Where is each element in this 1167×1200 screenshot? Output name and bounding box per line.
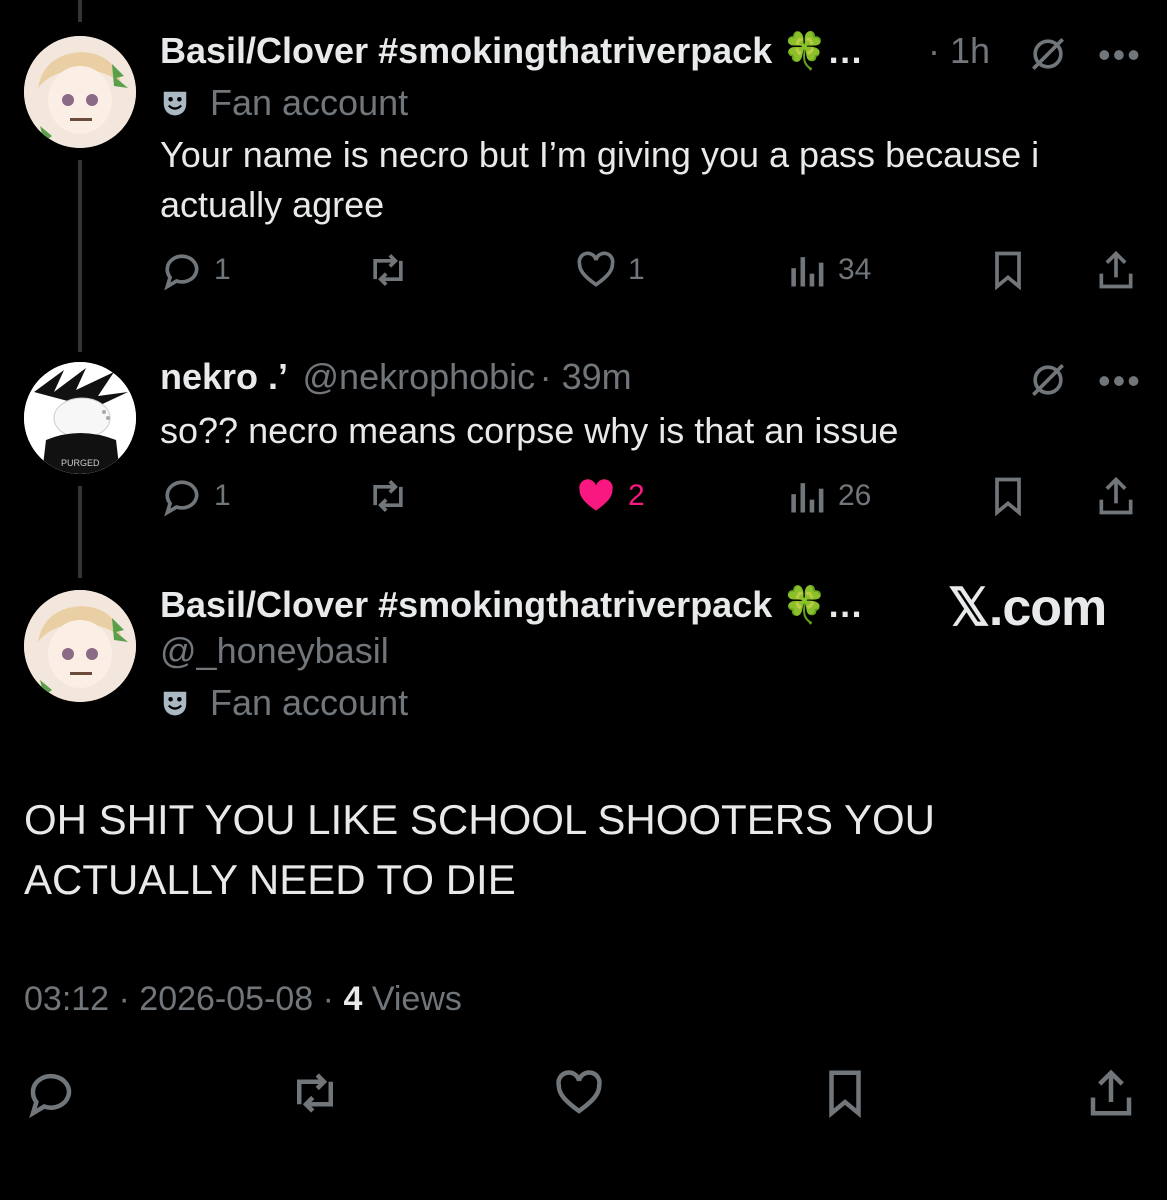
- bookmark-button[interactable]: [986, 248, 1030, 292]
- like-button[interactable]: [552, 1066, 606, 1120]
- reply-icon: [164, 480, 199, 517]
- like-icon: [556, 1070, 602, 1114]
- like-count: 2: [628, 479, 645, 512]
- views-button[interactable]: 26: [784, 474, 871, 518]
- display-name[interactable]: nekro .’: [160, 356, 288, 397]
- thread-line: [78, 160, 82, 352]
- share-button[interactable]: [1084, 1066, 1138, 1120]
- fan-account-badge: Fan account: [160, 682, 408, 724]
- bookmark-button[interactable]: [818, 1066, 872, 1120]
- bookmark-icon: [829, 1070, 861, 1119]
- avatar[interactable]: [24, 590, 136, 702]
- share-icon: [1099, 476, 1133, 515]
- views-label: Views: [371, 980, 462, 1018]
- bookmark-icon: [995, 477, 1021, 517]
- fan-account-badge: Fan account: [160, 82, 408, 124]
- retweet-icon: [373, 254, 403, 286]
- retweet-button[interactable]: [366, 248, 410, 292]
- bookmark-icon: [995, 251, 1021, 291]
- views-icon: [791, 257, 824, 287]
- views-count: 4: [343, 980, 363, 1018]
- reply-count: 1: [214, 253, 231, 286]
- handle[interactable]: @nekrophobic: [303, 356, 536, 397]
- retweet-icon: [297, 1073, 333, 1113]
- like-button-active[interactable]: 2: [574, 474, 645, 518]
- views-icon: [791, 483, 824, 513]
- mask-icon: [163, 91, 187, 116]
- avatar-image: [24, 36, 136, 148]
- timestamp[interactable]: · 1h: [928, 30, 990, 72]
- grok-icon[interactable]: [1026, 32, 1070, 81]
- avatar-image: [24, 590, 136, 702]
- mask-icon: [163, 691, 187, 716]
- display-name[interactable]: Basil/Clover #smokingthatriverpack 🍀…: [160, 30, 863, 72]
- views-button[interactable]: 34: [784, 248, 871, 292]
- tweet-text: so?? necro means corpse why is that an i…: [160, 410, 899, 451]
- retweet-button[interactable]: [288, 1066, 342, 1120]
- reply-icon: [29, 1073, 72, 1119]
- reply-button[interactable]: 1: [160, 474, 231, 518]
- tweet-header: nekro .’ @nekrophobic · 39m: [160, 356, 632, 398]
- retweet-button[interactable]: [366, 474, 410, 518]
- fan-account-label: Fan account: [210, 82, 409, 123]
- retweet-icon: [373, 480, 403, 512]
- avatar[interactable]: [24, 36, 136, 148]
- display-name[interactable]: Basil/Clover #smokingthatriverpack 🍀…: [160, 584, 863, 626]
- reply-icon: [164, 254, 199, 291]
- views-count: 26: [838, 479, 872, 512]
- tweet-text: Your name is necro but I’m giving you a …: [160, 134, 1040, 225]
- avatar-text: PURGED: [61, 458, 100, 468]
- views-count: 34: [838, 253, 872, 286]
- like-count: 1: [628, 253, 645, 286]
- like-filled-icon: [579, 479, 613, 511]
- x-watermark: 𝕏.com: [948, 579, 1107, 637]
- reply-button[interactable]: 1: [160, 248, 231, 292]
- thread-line: [78, 486, 82, 578]
- more-icon[interactable]: •••: [1098, 34, 1142, 76]
- share-icon: [1099, 250, 1133, 289]
- avatar-image: PURGED: [24, 362, 136, 474]
- grok-icon[interactable]: [1026, 358, 1070, 407]
- timestamp[interactable]: · 39m: [540, 356, 632, 397]
- bookmark-button[interactable]: [986, 474, 1030, 518]
- like-button[interactable]: 1: [574, 248, 645, 292]
- handle[interactable]: @_honeybasil: [160, 630, 389, 672]
- like-icon: [577, 251, 615, 287]
- share-button[interactable]: [1094, 248, 1138, 292]
- share-icon: [1090, 1069, 1132, 1116]
- share-button[interactable]: [1094, 474, 1138, 518]
- tweet-timestamp[interactable]: 03:12 · 2026-05-08 ·: [24, 980, 334, 1018]
- reply-button[interactable]: [24, 1066, 78, 1120]
- reply-count: 1: [214, 479, 231, 512]
- thread-line: [78, 0, 82, 22]
- main-tweet-text: OH SHIT YOU LIKE SCHOOL SHOOTERS YOU ACT…: [24, 796, 935, 903]
- avatar[interactable]: PURGED: [24, 362, 136, 474]
- more-icon[interactable]: •••: [1098, 360, 1142, 402]
- tweet-meta: 03:12 · 2026-05-08 · 4 Views: [24, 980, 462, 1019]
- fan-account-label: Fan account: [210, 682, 409, 723]
